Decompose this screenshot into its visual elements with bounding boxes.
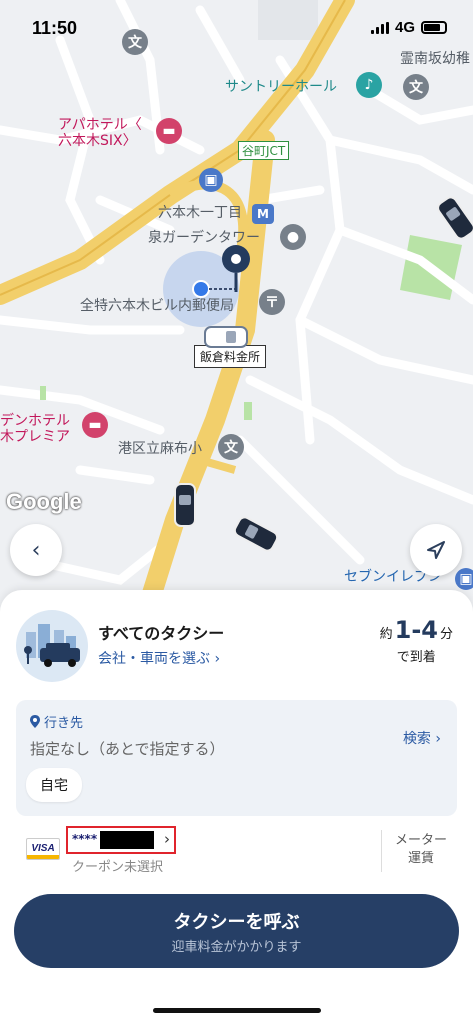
navigation-arrow-icon [427, 541, 445, 559]
toll-gate-label: 飯倉料金所 [194, 345, 267, 368]
payment-card-selector[interactable]: **** › [66, 826, 176, 854]
eta-range: 1-4 [394, 616, 438, 644]
taxi-marker[interactable] [174, 483, 196, 527]
map-roads [0, 0, 473, 640]
eta-display: 約 1-4 分 で到着 [380, 616, 453, 665]
call-taxi-button[interactable]: タクシーを呼ぶ 迎車料金がかかります [14, 894, 459, 968]
map-label-izumi-garden: 泉ガーデンタワー [148, 230, 260, 246]
map-view[interactable]: アパホテル〈 六本木SIX〉 ▬ サントリーホール ♪ 霊南坂幼稚 文 文 谷町… [0, 0, 473, 640]
visa-card-icon: VISA [26, 838, 60, 860]
google-logo: Google [6, 489, 82, 514]
choose-company-link[interactable]: 会社・車両を選ぶ › [98, 648, 220, 668]
hotel-icon[interactable]: ▬ [82, 412, 108, 438]
home-indicator[interactable] [153, 1008, 321, 1013]
map-label-reinanzaka: 霊南坂幼稚 [400, 51, 470, 67]
eta-arrive: で到着 [396, 650, 436, 665]
map-label-azabu-school: 港区立麻布小 [118, 441, 202, 457]
school-icon[interactable]: 文 [218, 434, 244, 460]
eta-approx: 約 [379, 627, 393, 642]
destination-search-link[interactable]: 検索 › [403, 728, 441, 748]
battery-icon [421, 21, 447, 34]
school-icon[interactable]: 文 [403, 74, 429, 100]
status-bar: 11:50 4G [0, 0, 473, 50]
map-label-den-hotel: デンホテル 木プレミア [0, 413, 70, 446]
metro-icon[interactable]: M [252, 204, 274, 224]
fare-type[interactable]: メーター 運賃 [395, 832, 447, 867]
location-pin-icon [30, 715, 40, 728]
card-brand: VISA [31, 843, 55, 854]
chevron-right-icon: › [164, 830, 170, 848]
taxi-marker[interactable] [204, 326, 248, 348]
map-label-suntory-hall: サントリーホール [225, 79, 337, 95]
chevron-left-icon: ‹ [31, 537, 41, 563]
network-label: 4G [394, 19, 415, 36]
home-chip[interactable]: 自宅 [26, 768, 82, 802]
signal-icon [370, 21, 389, 34]
destination-label: 行き先 [44, 716, 84, 731]
map-label-apa-hotel: アパホテル〈 六本木SIX〉 [58, 117, 142, 150]
call-taxi-sublabel: 迎車料金がかかります [171, 940, 302, 955]
jct-label: 谷町JCT [238, 141, 290, 160]
taxi-type-title: すべてのタクシー [98, 624, 225, 643]
bottom-sheet: すべてのタクシー 会社・車両を選ぶ › 約 1-4 分 で到着 行き先 指定なし… [0, 590, 473, 1024]
eta-unit: 分 [439, 627, 453, 642]
post-office-icon[interactable]: 〒 [259, 289, 285, 315]
back-button[interactable]: ‹ [10, 524, 62, 576]
location-pin-icon[interactable]: ● [280, 224, 306, 250]
coupon-status[interactable]: クーポン未選択 [72, 856, 163, 875]
redaction-box [100, 831, 154, 849]
recenter-button[interactable] [410, 524, 462, 576]
payment-row[interactable]: VISA **** › クーポン未選択 メーター 運賃 [16, 826, 457, 878]
destination-box[interactable]: 行き先 指定なし（あとで指定する） 検索 › 自宅 [16, 700, 457, 816]
taxi-selector[interactable]: すべてのタクシー 会社・車両を選ぶ › 約 1-4 分 で到着 [16, 608, 457, 684]
store-icon[interactable]: ▣ [455, 568, 473, 590]
map-label-post-office: 全特六本木ビル内郵便局 [80, 298, 234, 314]
taxi-illustration [16, 610, 88, 682]
music-icon[interactable]: ♪ [356, 72, 382, 98]
bus-icon[interactable]: ▣ [199, 168, 223, 192]
map-label-roppongi-1: 六本木一丁目 [158, 205, 242, 221]
call-taxi-label: タクシーを呼ぶ [173, 912, 300, 933]
destination-value[interactable]: 指定なし（あとで指定する） [30, 738, 225, 759]
hotel-icon[interactable]: ▬ [156, 118, 182, 144]
status-time: 11:50 [32, 18, 78, 38]
divider [381, 830, 382, 872]
card-number-masked: **** [72, 832, 98, 846]
